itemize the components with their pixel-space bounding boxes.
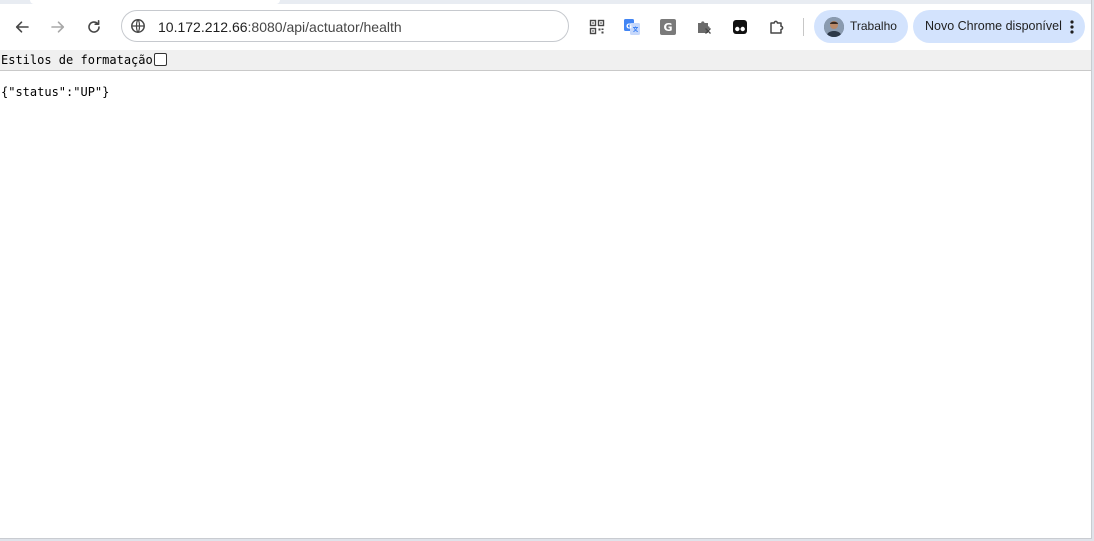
pretty-print-checkbox[interactable] [154,53,167,66]
tune-icon [131,19,145,33]
grammar-g-glyph: G [660,19,676,35]
forward-button[interactable] [42,11,74,43]
profile-label: Trabalho [850,19,897,33]
google-translate-icon[interactable]: G [620,15,644,39]
toolbar-divider [803,18,804,36]
more-vertical-icon [1070,20,1074,34]
reload-button[interactable] [78,11,110,43]
arrow-right-icon [51,21,65,33]
back-button[interactable] [6,11,38,43]
qr-code-icon[interactable] [585,15,609,39]
browser-toolbar: 10.172.212.66:8080/api/actuator/health G [0,4,1091,50]
address-bar[interactable]: 10.172.212.66:8080/api/actuator/health [121,10,569,42]
reload-icon [88,20,100,33]
svg-text:G: G [626,23,632,31]
avatar-photo-icon [824,17,844,37]
extensions-puzzle-icon[interactable] [765,15,789,39]
browser-window: 10.172.212.66:8080/api/actuator/health G [0,0,1092,539]
profile-button[interactable]: Trabalho [814,10,908,43]
url-text[interactable]: 10.172.212.66:8080/api/actuator/health [158,18,402,36]
pretty-print-label: Estilos de formatação [1,53,153,67]
url-path: :8080/api/actuator/health [247,19,402,35]
extension-puzzle-shield-icon[interactable] [692,15,716,39]
page-content: {"status":"UP"} [0,71,1091,537]
update-label: Novo Chrome disponível [925,19,1062,33]
tampermonkey-icon[interactable] [728,15,752,39]
arrow-left-icon [15,21,29,33]
update-chrome-button[interactable]: Novo Chrome disponível [913,10,1085,43]
pretty-print-bar: Estilos de formatação [0,50,1091,71]
json-response: {"status":"UP"} [1,85,110,99]
grammar-g-icon[interactable]: G [656,15,680,39]
url-host: 10.172.212.66 [158,19,248,35]
avatar [824,17,844,37]
site-info-button[interactable] [129,17,147,35]
